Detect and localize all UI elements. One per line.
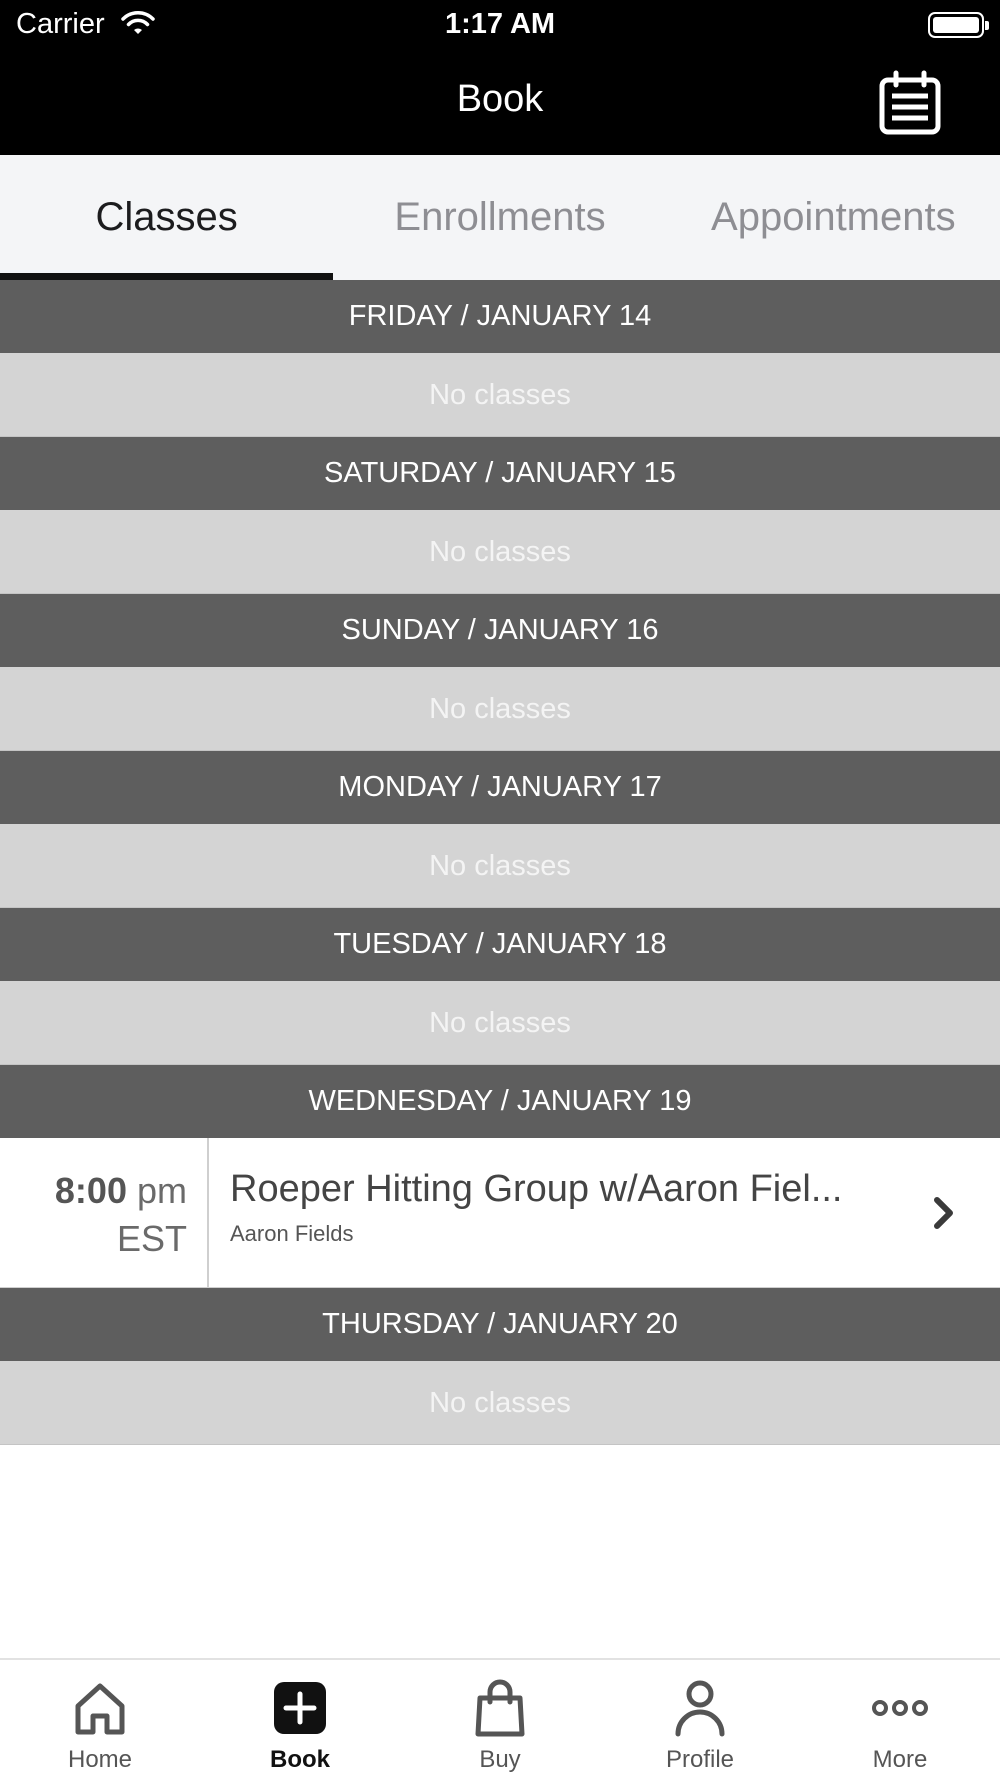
- day-header: SATURDAY / JANUARY 15: [0, 437, 1000, 510]
- no-classes-row: No classes: [0, 510, 1000, 594]
- chevron-right-icon: [932, 1196, 956, 1235]
- day-header: WEDNESDAY / JANUARY 19: [0, 1065, 1000, 1138]
- tab-enrollments[interactable]: Enrollments: [333, 155, 666, 280]
- day-header: THURSDAY / JANUARY 20: [0, 1288, 1000, 1361]
- calendar-list-icon[interactable]: [878, 70, 944, 136]
- day-header: FRIDAY / JANUARY 14: [0, 280, 1000, 353]
- tab-appointments[interactable]: Appointments: [667, 155, 1000, 280]
- person-icon: [670, 1678, 730, 1738]
- class-ampm: pm: [136, 1170, 187, 1211]
- class-time-block: 8:00 pm EST: [0, 1138, 209, 1288]
- status-time: 1:17 AM: [444, 8, 556, 40]
- tab-bar-profile[interactable]: Profile: [600, 1660, 800, 1778]
- class-name: Roeper Hitting Group w/Aaron Fiel...: [230, 1168, 843, 1210]
- class-time: 8:00: [54, 1170, 127, 1211]
- tab-bar-book[interactable]: Book: [200, 1660, 400, 1778]
- tab-bar-profile-label: Profile: [665, 1746, 735, 1773]
- nav-header: Book: [0, 50, 1000, 155]
- bottom-tab-bar: Home Book Buy Profile More: [0, 1658, 1000, 1778]
- day-header: MONDAY / JANUARY 17: [0, 751, 1000, 824]
- class-row[interactable]: 8:00 pm EST Roeper Hitting Group w/Aaron…: [0, 1138, 1000, 1288]
- shopping-bag-icon: [470, 1678, 530, 1738]
- no-classes-row: No classes: [0, 1361, 1000, 1445]
- class-schedule-list: FRIDAY / JANUARY 14 No classes SATURDAY …: [0, 280, 1000, 1445]
- status-bar: Carrier 1:17 AM: [0, 0, 1000, 50]
- class-instructor: Aaron Fields: [230, 1221, 354, 1246]
- tab-bar-buy-label: Buy: [479, 1746, 521, 1773]
- more-dots-icon: [870, 1678, 930, 1738]
- tab-bar-home-label: Home: [67, 1746, 133, 1773]
- no-classes-row: No classes: [0, 667, 1000, 751]
- day-header: SUNDAY / JANUARY 16: [0, 594, 1000, 667]
- tab-bar-buy[interactable]: Buy: [400, 1660, 600, 1778]
- tab-bar-more-label: More: [872, 1746, 928, 1773]
- class-timezone: EST: [116, 1218, 187, 1259]
- battery-icon: [928, 12, 989, 38]
- plus-square-icon: [270, 1678, 330, 1738]
- home-icon: [70, 1678, 130, 1738]
- booking-tabs: Classes Enrollments Appointments: [0, 155, 1000, 280]
- tab-bar-book-label: Book: [270, 1746, 330, 1773]
- no-classes-row: No classes: [0, 353, 1000, 437]
- tab-bar-home[interactable]: Home: [0, 1660, 200, 1778]
- day-header: TUESDAY / JANUARY 18: [0, 908, 1000, 981]
- no-classes-row: No classes: [0, 824, 1000, 908]
- class-info: Roeper Hitting Group w/Aaron Fiel... Aar…: [230, 1168, 870, 1247]
- page-title: Book: [456, 78, 544, 120]
- no-classes-row: No classes: [0, 981, 1000, 1065]
- tab-bar-more[interactable]: More: [800, 1660, 1000, 1778]
- tab-classes[interactable]: Classes: [0, 155, 334, 280]
